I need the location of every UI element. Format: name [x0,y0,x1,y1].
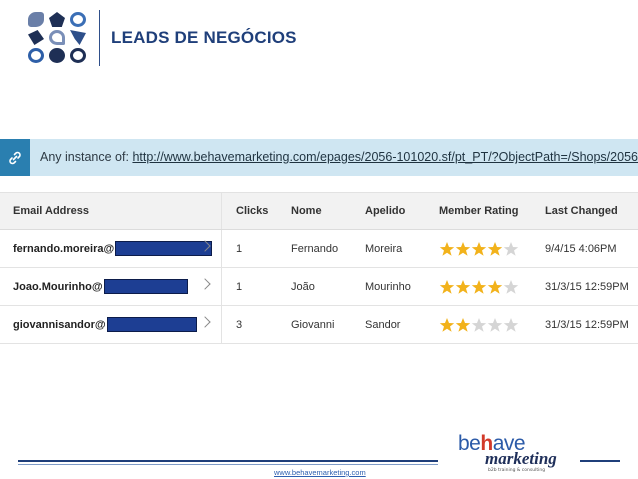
apelido-cell: Sandor [365,318,401,331]
column-divider [221,306,222,343]
table-row[interactable]: Joao.Mourinho@ 1 João Mourinho 31/3/15 1… [0,268,638,306]
star-filled-icon [455,241,471,256]
star-filled-icon [487,279,503,294]
company-logo-mosaic [28,12,88,64]
star-empty-icon [503,317,519,332]
star-filled-icon [487,241,503,256]
logo-tile-icon [49,48,65,63]
email-text: fernando.moreira@ [13,242,115,255]
star-empty-icon [487,317,503,332]
page-title: LEADS DE NEGÓCIOS [111,28,297,47]
column-header-apelido[interactable]: Apelido [365,193,435,229]
last-changed-cell: 31/3/15 12:59PM [545,318,629,331]
clicks-cell: 3 [236,318,243,331]
footer-website-link[interactable]: www.behavemarketing.com [274,468,366,477]
apelido-cell: Mourinho [365,280,411,293]
footer-rule [18,460,438,462]
email-cell[interactable]: giovannisandor@ [13,306,213,343]
star-filled-icon [471,279,487,294]
redaction-block [106,317,197,332]
logo-tile-icon [70,30,86,45]
column-header-nome[interactable]: Nome [291,193,361,229]
star-empty-icon [503,241,519,256]
redaction-block [115,241,213,256]
logo-tile-icon [28,12,44,27]
column-divider [221,193,222,229]
logo-tile-icon [70,48,86,63]
member-rating-stars [439,268,519,305]
url-link[interactable]: http://www.behavemarketing.com/epages/20… [132,150,638,164]
column-divider [221,268,222,305]
nome-cell: João [291,280,315,293]
redaction-block [103,279,188,294]
logo-tile-icon [49,12,65,27]
table-header: Email Address Clicks Nome Apelido Member… [0,192,638,230]
apelido-cell: Moreira [365,242,403,255]
column-header-member-rating[interactable]: Member Rating [439,193,539,229]
column-header-clicks[interactable]: Clicks [236,193,276,229]
column-header-email[interactable]: Email Address [13,193,213,229]
nome-cell: Fernando [291,242,339,255]
logo-tagline: b2b training & consulting [488,468,546,473]
nome-cell: Giovanni [291,318,335,331]
last-changed-cell: 31/3/15 12:59PM [545,280,629,293]
logo-tile-icon [28,30,44,45]
table-row[interactable]: fernando.moreira@ 1 Fernando Moreira 9/4… [0,230,638,268]
star-filled-icon [471,241,487,256]
url-prefix: Any instance of: [40,150,129,164]
chain-link-icon [9,151,21,164]
star-filled-icon [439,279,455,294]
url-filter-bar: Any instance of: http://www.behavemarket… [0,139,638,176]
logo-tile-icon [70,12,86,27]
last-changed-cell: 9/4/15 4:06PM [545,242,617,255]
clicks-cell: 1 [236,242,243,255]
email-cell[interactable]: fernando.moreira@ [13,230,213,267]
behave-marketing-logo: behave marketing b2b training & consulti… [458,432,568,473]
column-header-last-changed[interactable]: Last Changed [545,193,638,229]
logo-part-be: be [458,432,481,455]
column-divider [221,230,222,267]
star-filled-icon [439,241,455,256]
email-cell[interactable]: Joao.Mourinho@ [13,268,213,305]
header-divider [99,10,100,66]
url-filter-text: Any instance of: http://www.behavemarket… [40,150,638,164]
footer-rule-right [580,460,620,462]
star-filled-icon [439,317,455,332]
star-empty-icon [471,317,487,332]
star-empty-icon [503,279,519,294]
logo-tile-icon [49,30,65,45]
leads-table: Email Address Clicks Nome Apelido Member… [0,192,638,344]
member-rating-stars [439,230,519,267]
logo-wordmark-marketing: marketing [485,449,557,468]
logo-tile-icon [28,48,44,63]
footer-rule-thin [18,464,438,465]
table-row[interactable]: giovannisandor@ 3 Giovanni Sandor 31/3/1… [0,306,638,344]
email-text: Joao.Mourinho@ [13,280,103,293]
member-rating-stars [439,306,519,343]
link-icon [0,139,30,176]
clicks-cell: 1 [236,280,243,293]
star-filled-icon [455,279,471,294]
star-filled-icon [455,317,471,332]
email-text: giovannisandor@ [13,318,106,331]
